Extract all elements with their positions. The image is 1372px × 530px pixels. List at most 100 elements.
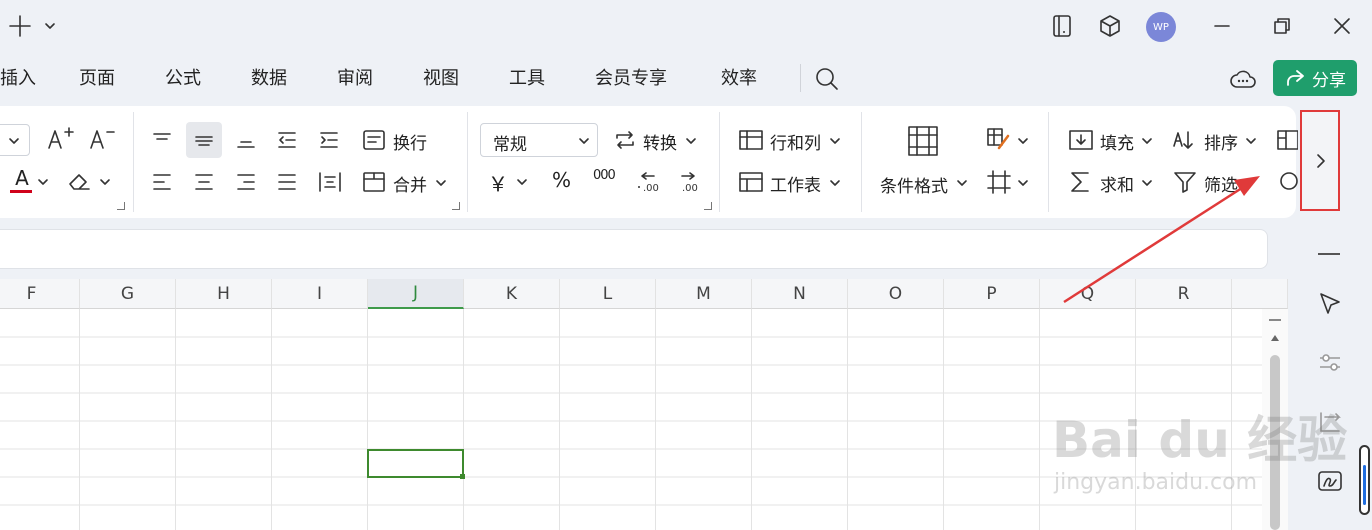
- conditional-format-dropdown[interactable]: [955, 176, 969, 190]
- column-header-m[interactable]: M: [656, 279, 752, 309]
- distributed-align-button[interactable]: [317, 170, 343, 194]
- decrease-indent-button[interactable]: [275, 128, 299, 152]
- sort-dropdown[interactable]: [1244, 134, 1258, 148]
- find-button[interactable]: [1278, 170, 1300, 194]
- conditional-format-button[interactable]: [906, 124, 940, 158]
- number-format-select[interactable]: 常规: [480, 123, 598, 157]
- tab-efficiency[interactable]: 效率: [721, 64, 757, 90]
- scroll-up-icon[interactable]: [1270, 333, 1280, 343]
- fill-handle[interactable]: [460, 474, 465, 479]
- fill-button[interactable]: [1068, 128, 1094, 152]
- new-tab-dropdown[interactable]: [36, 10, 64, 42]
- border-button[interactable]: [985, 168, 1013, 196]
- column-header-n[interactable]: N: [752, 279, 848, 309]
- clear-format-dropdown[interactable]: [98, 175, 112, 189]
- rows-cols-dropdown[interactable]: [828, 134, 842, 148]
- convert-dropdown[interactable]: [684, 134, 698, 148]
- ribbon-separator: [467, 112, 468, 212]
- border-dropdown[interactable]: [1016, 176, 1030, 190]
- convert-button[interactable]: [613, 128, 637, 152]
- minimize-button[interactable]: [1206, 10, 1238, 42]
- align-right-button[interactable]: [234, 170, 258, 194]
- decrease-font-button[interactable]: [88, 126, 116, 152]
- tab-view[interactable]: 视图: [423, 64, 459, 90]
- sidebar-collapse-icon[interactable]: [1318, 253, 1340, 255]
- convert-icon: [616, 131, 634, 149]
- decrease-decimal-icon: .00: [681, 172, 698, 194]
- number-dialog-launcher[interactable]: [704, 202, 712, 210]
- tab-formula[interactable]: 公式: [165, 64, 201, 90]
- share-label: 分享: [1312, 70, 1346, 91]
- increase-font-button[interactable]: [46, 126, 74, 152]
- restore-button[interactable]: [1266, 10, 1298, 42]
- font-color-dropdown[interactable]: [36, 175, 50, 189]
- tab-data[interactable]: 数据: [251, 64, 287, 90]
- justify-icon: [278, 174, 296, 190]
- column-header-f[interactable]: F: [0, 279, 80, 309]
- selected-cell[interactable]: [367, 449, 464, 478]
- menu-divider: [800, 64, 801, 92]
- tab-tools[interactable]: 工具: [509, 64, 545, 90]
- column-header-p[interactable]: P: [944, 279, 1040, 309]
- align-left-button[interactable]: [150, 170, 174, 194]
- increase-font-icon: [48, 127, 74, 149]
- slider-settings-icon[interactable]: [1316, 348, 1344, 376]
- cell-style-dropdown[interactable]: [1016, 134, 1030, 148]
- close-button[interactable]: [1326, 10, 1358, 42]
- sort-button[interactable]: [1172, 128, 1198, 152]
- align-top-button[interactable]: [150, 128, 174, 152]
- worksheet-dropdown[interactable]: [828, 176, 842, 190]
- merge-cells-button[interactable]: [362, 170, 386, 194]
- align-middle-button[interactable]: [186, 122, 222, 158]
- currency-dropdown[interactable]: [515, 175, 529, 189]
- search-button[interactable]: [814, 66, 840, 92]
- font-dialog-launcher[interactable]: [117, 202, 125, 210]
- percent-button[interactable]: %: [552, 168, 571, 192]
- cell-style-button[interactable]: [985, 126, 1013, 154]
- column-header-o[interactable]: O: [848, 279, 944, 309]
- column-header-l[interactable]: L: [560, 279, 656, 309]
- rows-cols-button[interactable]: [738, 128, 764, 152]
- cloud-button[interactable]: [1229, 66, 1257, 92]
- chevron-down-icon: [1142, 138, 1152, 144]
- cube-icon: [1100, 15, 1120, 37]
- tab-member[interactable]: 会员专享: [595, 64, 667, 90]
- column-header-k[interactable]: K: [464, 279, 560, 309]
- column-header-h[interactable]: H: [176, 279, 272, 309]
- column-header-g[interactable]: G: [80, 279, 176, 309]
- justify-button[interactable]: [275, 170, 299, 194]
- share-button[interactable]: 分享: [1273, 60, 1357, 96]
- currency-button[interactable]: ￥: [488, 168, 508, 197]
- column-header-i[interactable]: I: [272, 279, 368, 309]
- handwriting-icon[interactable]: [1316, 468, 1344, 496]
- wrap-text-button[interactable]: [362, 128, 386, 152]
- column-header-j[interactable]: J: [368, 279, 464, 309]
- cloud-icon: [1230, 70, 1256, 88]
- tab-page[interactable]: 页面: [79, 64, 115, 90]
- ribbon-expand-button[interactable]: [1300, 110, 1340, 211]
- increase-indent-button[interactable]: [317, 128, 341, 152]
- merge-dropdown[interactable]: [434, 176, 448, 190]
- chevron-down-icon: [45, 23, 55, 29]
- alignment-dialog-launcher[interactable]: [452, 202, 460, 210]
- thousands-separator-button[interactable]: 000: [593, 168, 616, 183]
- decrease-decimal-button[interactable]: .00: [676, 168, 702, 194]
- fill-dropdown[interactable]: [1140, 134, 1154, 148]
- worksheet-button[interactable]: [738, 170, 764, 194]
- freeze-panes-button[interactable]: [1276, 128, 1298, 152]
- app-center-button[interactable]: [1094, 10, 1126, 42]
- cursor-select-icon[interactable]: [1316, 290, 1344, 318]
- font-size-select[interactable]: [0, 124, 30, 156]
- increase-decimal-icon: .00: [638, 172, 659, 194]
- new-tab-button[interactable]: [4, 10, 36, 42]
- increase-decimal-button[interactable]: .00: [634, 168, 660, 194]
- tab-insert[interactable]: 插入: [0, 64, 36, 90]
- user-avatar[interactable]: WP: [1146, 12, 1176, 42]
- align-bottom-button[interactable]: [234, 128, 258, 152]
- clear-format-button[interactable]: [66, 168, 94, 194]
- align-center-button[interactable]: [192, 170, 216, 194]
- sidebar-scrollbar[interactable]: [1359, 445, 1370, 515]
- tab-review[interactable]: 审阅: [337, 64, 373, 90]
- restore-icon: [1274, 18, 1290, 34]
- tablet-mode-button[interactable]: [1046, 10, 1078, 42]
